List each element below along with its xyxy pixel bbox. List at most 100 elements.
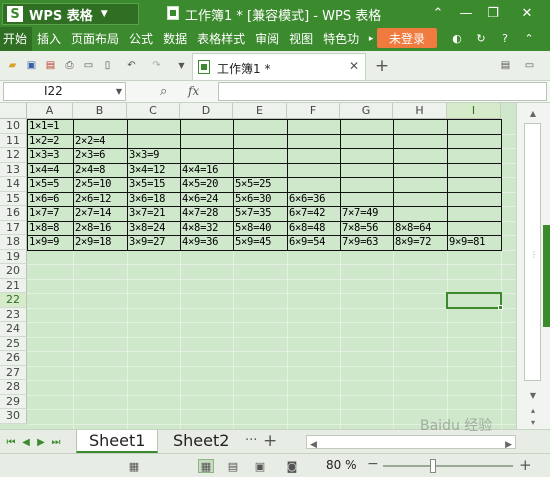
cell-b13[interactable]: 2×4=8: [73, 162, 128, 178]
cell-d16[interactable]: 4×7=28: [180, 206, 234, 222]
next-sheet-icon[interactable]: ▶: [35, 434, 47, 450]
normal-view-icon[interactable]: ▦: [198, 459, 214, 473]
reading-mode-icon[interactable]: ▣: [252, 459, 268, 473]
cell-i10[interactable]: [447, 119, 502, 135]
menu-item-formulas[interactable]: 公式: [124, 27, 158, 51]
cell-b17[interactable]: 2×8=16: [73, 220, 128, 236]
cell-h14[interactable]: [393, 177, 448, 193]
cell-f15[interactable]: 6×6=36: [287, 191, 341, 207]
cell-f16[interactable]: 6×7=42: [287, 206, 341, 222]
cell-d11[interactable]: [180, 133, 234, 149]
cell-e16[interactable]: 5×7=35: [233, 206, 288, 222]
menu-item-table-style[interactable]: 表格样式: [192, 27, 250, 51]
sheet-tab-sheet2[interactable]: Sheet2: [161, 430, 241, 453]
menu-item-data[interactable]: 数据: [158, 27, 192, 51]
name-box[interactable]: I22 ▼: [3, 82, 126, 101]
cell-b15[interactable]: 2×6=12: [73, 191, 128, 207]
cell-g13[interactable]: [340, 162, 394, 178]
cell-d12[interactable]: [180, 148, 234, 164]
cell-h17[interactable]: 8×8=64: [393, 220, 448, 236]
cell-c17[interactable]: 3×8=24: [127, 220, 181, 236]
add-sheet-button[interactable]: +: [263, 431, 277, 451]
cell-i11[interactable]: [447, 133, 502, 149]
row-header-11[interactable]: 11: [0, 133, 27, 148]
cell-c13[interactable]: 3×4=12: [127, 162, 181, 178]
close-icon[interactable]: ✕: [349, 59, 359, 73]
cell-b12[interactable]: 2×3=6: [73, 148, 128, 164]
cell-c18[interactable]: 3×9=27: [127, 235, 181, 251]
cell-a10[interactable]: 1×1=1: [27, 119, 74, 135]
document-tab[interactable]: 工作簿1 * ✕: [192, 53, 366, 80]
cell-d18[interactable]: 4×9=36: [180, 235, 234, 251]
menu-item-page-layout[interactable]: 页面布局: [66, 27, 124, 51]
zoom-out-button[interactable]: −: [367, 456, 379, 472]
cell-b10[interactable]: [73, 119, 128, 135]
column-header-b[interactable]: B: [73, 103, 127, 119]
cell-d10[interactable]: [180, 119, 234, 135]
row-header-26[interactable]: 26: [0, 351, 27, 366]
cell-a15[interactable]: 1×6=6: [27, 191, 74, 207]
cell-i15[interactable]: [447, 191, 502, 207]
row-header-30[interactable]: 30: [0, 409, 27, 424]
new-tab-button[interactable]: +: [372, 55, 392, 77]
save-icon[interactable]: ▣: [24, 58, 39, 73]
row-header-17[interactable]: 17: [0, 220, 27, 235]
row-header-18[interactable]: 18: [0, 235, 27, 250]
menu-item-view[interactable]: 视图: [284, 27, 318, 51]
row-header-10[interactable]: 10: [0, 119, 27, 134]
cell-f18[interactable]: 6×9=54: [287, 235, 341, 251]
row-header-20[interactable]: 20: [0, 264, 27, 279]
cell-a18[interactable]: 1×9=9: [27, 235, 74, 251]
cell-e13[interactable]: [233, 162, 288, 178]
chevron-down-icon[interactable]: ▼: [116, 83, 122, 100]
ribbon-collapse-icon[interactable]: ⌃: [427, 3, 449, 23]
chevron-down-icon[interactable]: ▼: [174, 58, 189, 73]
cell-i14[interactable]: [447, 177, 502, 193]
cell-a13[interactable]: 1×4=4: [27, 162, 74, 178]
cell-d15[interactable]: 4×6=24: [180, 191, 234, 207]
row-header-23[interactable]: 23: [0, 307, 27, 322]
cell-g11[interactable]: [340, 133, 394, 149]
tab-list-icon[interactable]: ▤: [498, 58, 513, 73]
row-header-22[interactable]: 22: [0, 293, 27, 308]
close-icon[interactable]: ✕: [516, 3, 538, 23]
ribbon-toggle-icon[interactable]: ▭: [522, 58, 537, 73]
cell-e10[interactable]: [233, 119, 288, 135]
cell-e18[interactable]: 5×9=45: [233, 235, 288, 251]
page-break-view-icon[interactable]: ▤: [225, 459, 241, 473]
cell-i17[interactable]: [447, 220, 502, 236]
cell-h10[interactable]: [393, 119, 448, 135]
column-header-f[interactable]: F: [287, 103, 340, 119]
cell-a17[interactable]: 1×8=8: [27, 220, 74, 236]
row-header-15[interactable]: 15: [0, 191, 27, 206]
cell-g14[interactable]: [340, 177, 394, 193]
formula-input[interactable]: [218, 82, 547, 101]
row-header-27[interactable]: 27: [0, 365, 27, 380]
cell-d14[interactable]: 4×5=20: [180, 177, 234, 193]
column-header-a[interactable]: A: [27, 103, 73, 119]
cell-g10[interactable]: [340, 119, 394, 135]
search-icon[interactable]: ⌕: [160, 84, 167, 99]
cell-g18[interactable]: 7×9=63: [340, 235, 394, 251]
select-all-corner[interactable]: [0, 103, 27, 119]
cell-e12[interactable]: [233, 148, 288, 164]
cell-f14[interactable]: [287, 177, 341, 193]
help-icon[interactable]: ?: [497, 30, 513, 46]
cell-h16[interactable]: [393, 206, 448, 222]
zoom-in-button[interactable]: +: [519, 456, 532, 474]
cell-h11[interactable]: [393, 133, 448, 149]
fill-handle[interactable]: [498, 304, 503, 310]
cell-e17[interactable]: 5×8=40: [233, 220, 288, 236]
scrollbar-thumb[interactable]: ⋮: [524, 123, 541, 381]
minimize-icon[interactable]: —: [455, 3, 477, 23]
row-header-29[interactable]: 29: [0, 394, 27, 409]
cell-h12[interactable]: [393, 148, 448, 164]
print-preview-icon[interactable]: ▭: [81, 58, 96, 73]
page-down-icon[interactable]: ▾: [525, 415, 541, 429]
row-header-21[interactable]: 21: [0, 278, 27, 293]
cell-c14[interactable]: 3×5=15: [127, 177, 181, 193]
row-header-13[interactable]: 13: [0, 162, 27, 177]
column-header-g[interactable]: G: [340, 103, 393, 119]
login-button[interactable]: 未登录: [377, 28, 437, 48]
scroll-right-icon[interactable]: ▶: [505, 440, 512, 450]
